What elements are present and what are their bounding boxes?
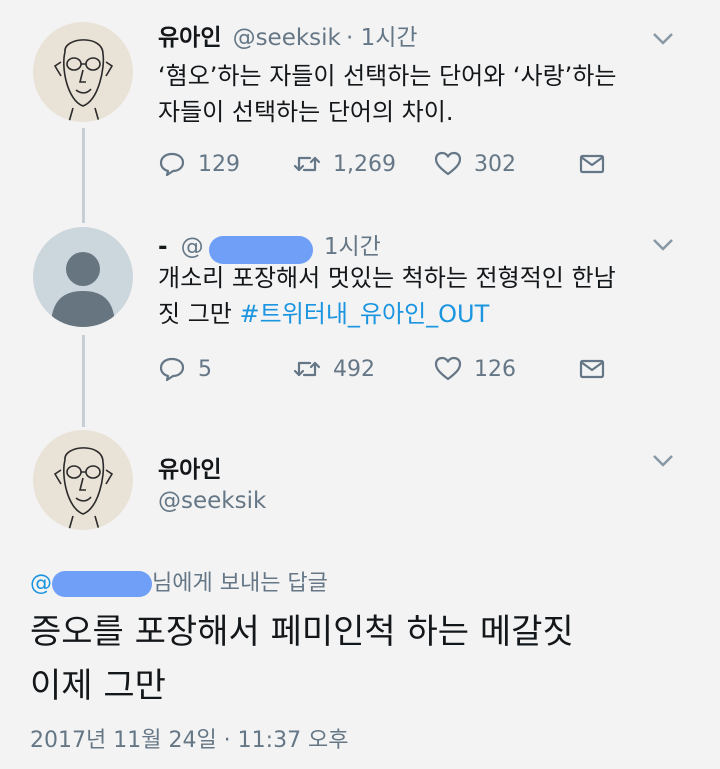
- dm-button[interactable]: [578, 150, 606, 178]
- retweet-button[interactable]: 492: [293, 355, 375, 383]
- retweet-icon: [293, 361, 321, 377]
- like-icon: [434, 151, 462, 176]
- reply-button[interactable]: 5: [158, 355, 212, 383]
- reply-to-label: 님에게 보내는 답글: [152, 571, 328, 596]
- hashtag-link[interactable]: #트위터내_유아인_OUT: [240, 300, 490, 328]
- retweet-count: 1,269: [333, 151, 396, 177]
- avatar[interactable]: [33, 22, 133, 122]
- default-profile-icon: [51, 252, 115, 327]
- replying-to: @ 님에게 보내는 답글: [30, 565, 328, 597]
- redacted-handle: [52, 571, 152, 597]
- reply-mention-prefix[interactable]: @: [30, 571, 52, 596]
- like-count: 302: [474, 151, 516, 177]
- tweet-main-text: 증오를 포장해서 페미인척 하는 메갈짓 이제 그만: [30, 605, 574, 713]
- display-name[interactable]: 유아인: [158, 25, 221, 51]
- display-name[interactable]: 유아인: [158, 457, 221, 483]
- face-sketch-icon: [53, 447, 114, 530]
- like-icon: [434, 356, 462, 381]
- reply-icon: [159, 357, 185, 382]
- chevron-down-icon[interactable]: [652, 32, 674, 46]
- retweet-button[interactable]: 1,269: [293, 150, 396, 178]
- reply-icon: [159, 152, 185, 177]
- tweet-text-line: 개소리 포장해서 멋있는 척하는 전형적인 한남: [158, 264, 616, 292]
- tweet-actions: 129 1,269 302: [158, 150, 638, 180]
- retweet-count: 492: [333, 356, 375, 382]
- tweet-body: ‘혐오’하는 자들이 선택하는 단어와 ‘사랑’하는 자들이 선택하는 단어의 …: [158, 58, 616, 130]
- tweet-timestamp[interactable]: 2017년 11월 24일 · 11:37 오후: [30, 722, 349, 754]
- tweet-time[interactable]: 1시간: [324, 234, 381, 260]
- reply-button[interactable]: 129: [158, 150, 240, 178]
- user-handle[interactable]: @seeksik: [158, 488, 266, 514]
- tweet-body: 개소리 포장해서 멋있는 척하는 전형적인 한남 짓 그만 #트위터내_유아인_…: [158, 260, 616, 332]
- like-button[interactable]: 302: [434, 150, 516, 178]
- tweet-text-line: 증오를 포장해서 페미인척 하는 메갈짓: [30, 612, 574, 652]
- tweet-text-line: 이제 그만: [30, 666, 166, 706]
- tweet-text-line: 자들이 선택하는 단어의 차이.: [158, 98, 454, 126]
- tweet-2[interactable]: - @ 1시간 개소리 포장해서 멋있는 척하는 전형적인 한남 짓 그만 #트…: [0, 200, 720, 410]
- face-sketch-icon: [53, 39, 114, 122]
- like-button[interactable]: 126: [434, 355, 516, 383]
- tweet-text-line: 짓 그만 #트위터내_유아인_OUT: [158, 296, 616, 332]
- user-handle-prefix[interactable]: @: [181, 234, 204, 260]
- tweet-text-line: ‘혐오’하는 자들이 선택하는 단어와 ‘사랑’하는: [158, 62, 617, 90]
- reply-count: 5: [198, 356, 212, 382]
- chevron-down-icon[interactable]: [652, 454, 674, 468]
- display-name[interactable]: -: [158, 234, 168, 260]
- like-count: 126: [474, 356, 516, 382]
- user-handle[interactable]: @seeksik: [233, 25, 341, 51]
- tweet-actions: 5 492 126: [158, 355, 638, 385]
- avatar[interactable]: [33, 227, 133, 327]
- tweet-text: 짓 그만: [158, 300, 240, 328]
- dm-icon: [579, 154, 605, 174]
- tweet-1[interactable]: 유아인 @seeksik · 1시간 ‘혐오’하는 자들이 선택하는 단어와 ‘…: [0, 0, 720, 200]
- retweet-icon: [293, 156, 321, 172]
- dm-button[interactable]: [578, 355, 606, 383]
- reply-count: 129: [198, 151, 240, 177]
- chevron-down-icon[interactable]: [652, 238, 674, 252]
- dm-icon: [579, 359, 605, 379]
- avatar[interactable]: [33, 430, 133, 530]
- tweet-time[interactable]: · 1시간: [346, 25, 418, 51]
